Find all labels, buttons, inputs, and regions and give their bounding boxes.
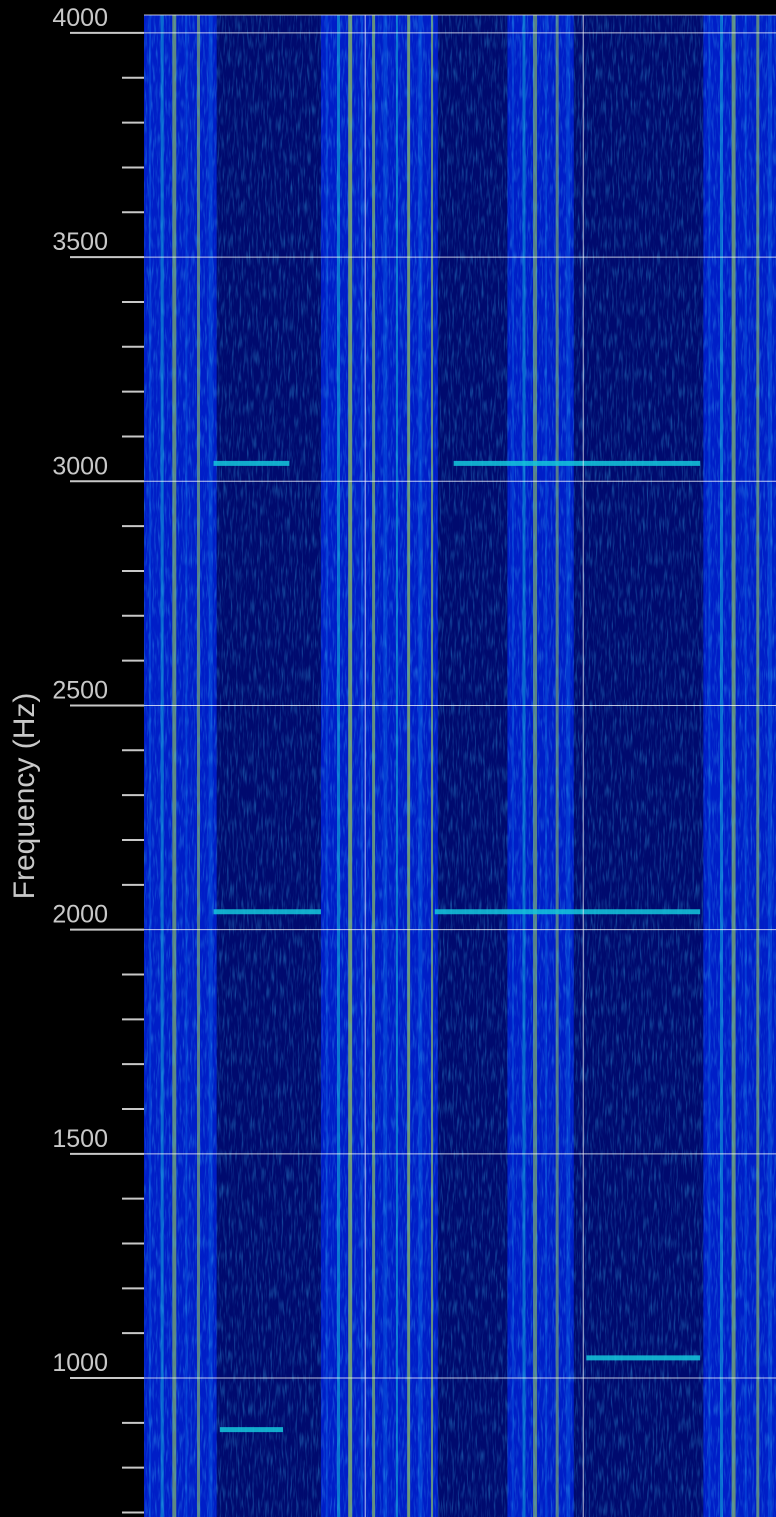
y-tick-label-2000: 2000 <box>52 901 108 929</box>
y-tick-label-4000: 4000 <box>52 4 108 32</box>
y-axis-label: Frequency (Hz) <box>8 693 41 900</box>
y-tick-label-3500: 3500 <box>52 228 108 256</box>
spectral-noise <box>144 15 776 1517</box>
y-tick-label-1000: 1000 <box>52 1349 108 1377</box>
y-tick-label-1500: 1500 <box>52 1125 108 1153</box>
spectrogram-svg: 1000 1500 2000 2500 3000 3500 4000 Frequency (… <box>8 4 776 1517</box>
plot-area <box>144 14 776 1517</box>
y-axis: 1000 1500 2000 2500 3000 3500 4000 <box>52 4 144 1514</box>
spectrogram-chart: 1000 1500 2000 2500 3000 3500 4000 Frequency (… <box>0 0 776 1517</box>
y-tick-label-2500: 2500 <box>52 676 108 704</box>
y-tick-label-3000: 3000 <box>52 452 108 480</box>
